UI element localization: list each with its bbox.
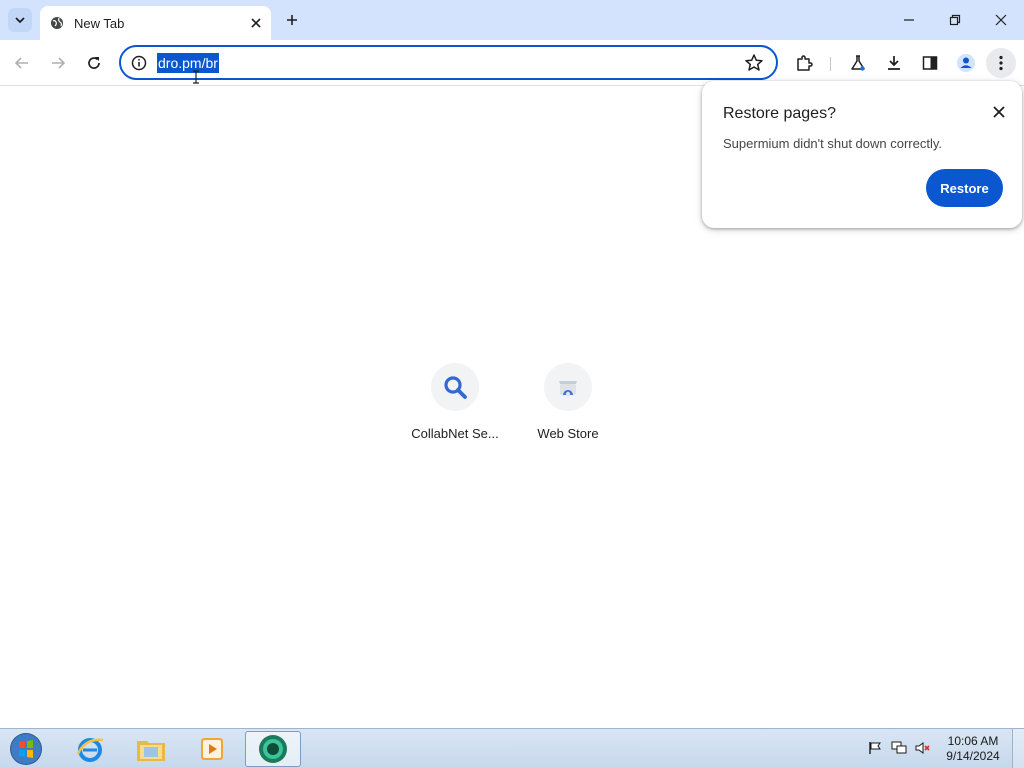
shortcut-web-store[interactable]: Web Store — [512, 363, 624, 441]
supermium-icon — [259, 735, 287, 763]
shortcut-label: CollabNet Se... — [411, 426, 499, 441]
site-info-icon[interactable] — [131, 55, 147, 71]
dialog-message: Supermium didn't shut down correctly. — [723, 136, 943, 151]
globe-icon — [50, 16, 64, 30]
toolbar: dro.pm/br — [0, 40, 1024, 86]
windows-start-icon — [10, 733, 42, 765]
folder-icon — [137, 741, 165, 761]
forward-arrow-icon — [52, 57, 66, 69]
minimize-button[interactable] — [886, 0, 932, 40]
shortcut-icon-wrapper — [544, 363, 592, 411]
taskbar-file-explorer[interactable] — [123, 731, 179, 767]
action-center-flag-icon[interactable] — [866, 739, 884, 757]
avatar-icon — [957, 54, 975, 72]
new-tab-button[interactable] — [280, 8, 304, 32]
tab-new-tab[interactable]: New Tab — [40, 6, 271, 40]
labs-button[interactable] — [843, 48, 873, 78]
profile-button[interactable] — [951, 48, 981, 78]
downloads-button[interactable] — [879, 48, 909, 78]
extensions-button[interactable] — [789, 48, 819, 78]
close-icon — [995, 14, 1007, 26]
shortcut-label: Web Store — [537, 426, 599, 441]
tab-search-button[interactable] — [8, 8, 32, 32]
network-icon[interactable] — [890, 739, 908, 757]
reload-icon — [88, 57, 100, 69]
bookmark-star-icon[interactable] — [744, 53, 764, 73]
puzzle-piece-icon — [797, 55, 813, 71]
search-icon — [444, 376, 467, 399]
tab-title: New Tab — [74, 15, 125, 31]
taskbar-clock[interactable]: 10:06 AM 9/14/2024 — [940, 734, 1006, 764]
tab-strip: New Tab — [0, 0, 1024, 40]
more-vertical-icon — [999, 55, 1003, 71]
tab-close-button[interactable] — [247, 14, 265, 32]
minimize-icon — [904, 19, 914, 21]
close-icon — [251, 18, 261, 28]
show-desktop-button[interactable] — [1012, 729, 1024, 768]
chevron-down-icon — [15, 17, 25, 24]
dialog-title: Restore pages? — [723, 105, 836, 122]
restore-window-icon — [949, 14, 961, 26]
close-icon — [993, 106, 1005, 118]
shortcut-collabnet[interactable]: CollabNet Se... — [399, 363, 511, 441]
clock-time: 10:06 AM — [947, 734, 999, 748]
address-bar-url[interactable]: dro.pm/br — [157, 53, 219, 73]
text-cursor-icon — [193, 70, 199, 84]
menu-button[interactable] — [986, 48, 1016, 78]
flask-icon — [851, 55, 865, 71]
dialog-close-button[interactable] — [990, 103, 1008, 121]
side-panel-button[interactable] — [915, 48, 945, 78]
taskbar-internet-explorer[interactable] — [62, 731, 118, 767]
close-window-button[interactable] — [978, 0, 1024, 40]
reload-button[interactable] — [79, 48, 109, 78]
start-button[interactable] — [6, 731, 46, 767]
taskbar-supermium[interactable] — [245, 731, 301, 767]
plus-icon — [287, 15, 297, 25]
taskbar-media-player[interactable] — [184, 731, 240, 767]
taskbar: 10:06 AM 9/14/2024 — [0, 728, 1024, 768]
restore-pages-dialog: Restore pages? Supermium didn't shut dow… — [702, 81, 1022, 228]
clock-date: 9/14/2024 — [946, 749, 1000, 763]
restore-button[interactable]: Restore — [926, 169, 1003, 207]
back-button[interactable] — [7, 48, 37, 78]
media-player-icon — [201, 738, 223, 760]
side-panel-icon — [922, 56, 938, 70]
download-icon — [888, 56, 900, 70]
address-bar[interactable]: dro.pm/br — [119, 45, 778, 80]
volume-muted-icon[interactable] — [914, 739, 932, 757]
internet-explorer-icon — [76, 738, 104, 762]
back-arrow-icon — [14, 57, 28, 69]
restore-window-button[interactable] — [932, 0, 978, 40]
web-store-icon — [559, 381, 577, 397]
toolbar-separator — [830, 57, 831, 71]
forward-button[interactable] — [43, 48, 73, 78]
shortcut-icon-wrapper — [431, 363, 479, 411]
